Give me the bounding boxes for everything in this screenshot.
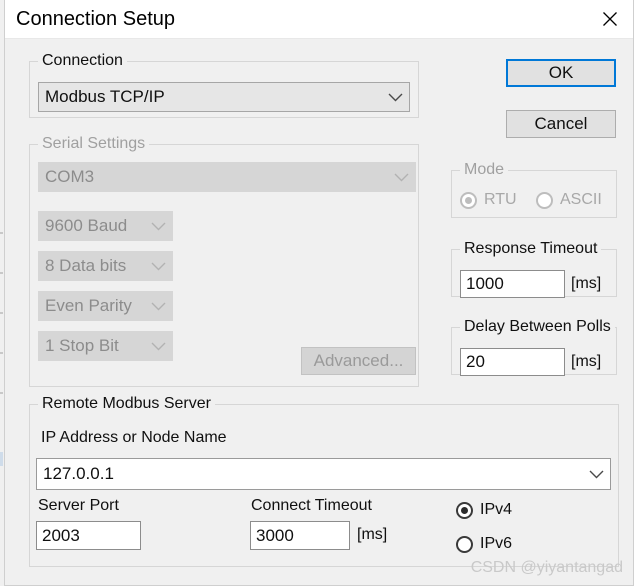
response-timeout-input[interactable]: 1000 — [460, 270, 565, 298]
mode-radio-rtu: RTU — [460, 191, 517, 209]
radio-dot-icon — [456, 535, 473, 553]
connection-type-combo[interactable]: Modbus TCP/IP — [38, 82, 410, 112]
chevron-down-icon — [582, 470, 610, 479]
radio-dot-icon — [456, 501, 473, 519]
chevron-down-icon — [387, 173, 415, 182]
watermark: CSDN @yiyantangad — [470, 559, 623, 576]
cancel-button-label: Cancel — [534, 114, 588, 133]
ip-version-radio-ipv4-label: IPv4 — [480, 501, 513, 518]
chevron-down-icon — [144, 342, 172, 351]
connection-setup-dialog: Connection Setup OK Cancel Connection Mo… — [4, 0, 634, 586]
radio-dot-icon — [536, 191, 553, 209]
ok-button-label: OK — [548, 63, 574, 82]
mode-radio-ascii: ASCII — [536, 191, 602, 209]
parity-value: Even Parity — [45, 296, 132, 315]
close-button[interactable] — [587, 0, 633, 38]
stop-bits-value: 1 Stop Bit — [45, 336, 119, 355]
dialog-titlebar: Connection Setup — [5, 0, 633, 39]
server-port-label: Server Port — [38, 497, 119, 514]
mode-radio-ascii-label: ASCII — [560, 191, 602, 208]
baud-rate-combo: 9600 Baud — [38, 211, 173, 241]
advanced-button-label: Advanced... — [313, 351, 404, 370]
chevron-down-icon — [144, 222, 172, 231]
remote-modbus-server-legend: Remote Modbus Server — [38, 395, 215, 413]
response-timeout-unit: [ms] — [571, 275, 602, 292]
serial-port-value: COM3 — [45, 167, 95, 186]
cancel-button[interactable]: Cancel — [506, 110, 616, 138]
data-bits-value: 8 Data bits — [45, 256, 127, 275]
chevron-down-icon — [144, 262, 172, 271]
delay-between-polls-unit: [ms] — [571, 353, 602, 370]
advanced-button: Advanced... — [301, 347, 416, 375]
serial-settings-group-legend: Serial Settings — [38, 135, 150, 153]
parity-combo: Even Parity — [38, 291, 173, 321]
ip-version-radio-ipv6-label: IPv6 — [480, 535, 513, 552]
response-timeout-legend: Response Timeout — [460, 240, 602, 258]
connect-timeout-input[interactable]: 3000 — [250, 521, 350, 550]
server-port-input[interactable]: 2003 — [36, 521, 141, 550]
mode-radio-rtu-label: RTU — [484, 191, 517, 208]
chevron-down-icon — [144, 302, 172, 311]
connect-timeout-label: Connect Timeout — [251, 497, 372, 514]
delay-between-polls-input[interactable]: 20 — [460, 348, 565, 376]
close-icon — [602, 11, 618, 27]
chevron-down-icon — [381, 93, 409, 102]
ip-address-label: IP Address or Node Name — [41, 429, 227, 446]
response-timeout-value: 1000 — [466, 274, 504, 293]
dialog-title: Connection Setup — [16, 8, 176, 30]
baud-rate-value: 9600 Baud — [45, 216, 128, 235]
connection-group-legend: Connection — [38, 52, 127, 70]
ip-version-radio-ipv6[interactable]: IPv6 — [456, 535, 512, 553]
data-bits-combo: 8 Data bits — [38, 251, 173, 281]
mode-group-legend: Mode — [460, 161, 509, 179]
server-port-value: 2003 — [42, 525, 80, 545]
ip-address-combo[interactable]: 127.0.0.1 — [36, 458, 611, 490]
serial-port-combo: COM3 — [38, 162, 416, 192]
ok-button[interactable]: OK — [506, 59, 616, 87]
connection-type-value: Modbus TCP/IP — [45, 87, 165, 106]
connect-timeout-value: 3000 — [256, 525, 294, 545]
radio-dot-icon — [460, 191, 477, 209]
stop-bits-combo: 1 Stop Bit — [38, 331, 173, 361]
ip-address-value: 127.0.0.1 — [43, 464, 114, 483]
ip-version-radio-ipv4[interactable]: IPv4 — [456, 501, 512, 519]
delay-between-polls-legend: Delay Between Polls — [460, 318, 615, 336]
delay-between-polls-value: 20 — [466, 352, 485, 371]
connect-timeout-unit: [ms] — [357, 526, 388, 543]
